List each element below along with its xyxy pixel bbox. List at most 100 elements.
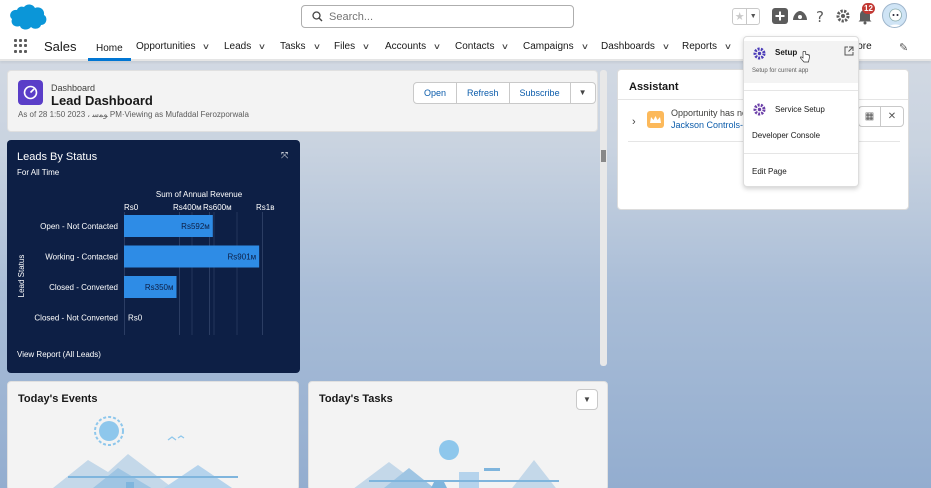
- events-card-title: Today's Events: [18, 393, 98, 405]
- dashboard-header: Dashboard Lead Dashboard As of 28 1:50 2…: [7, 70, 598, 132]
- divider: [744, 90, 858, 91]
- bar-value-label: Rs592м: [181, 222, 210, 231]
- tasks-illustration: [354, 440, 559, 488]
- tab-leads[interactable]: Leads ∨: [224, 34, 266, 60]
- tasks-card-title: Today's Tasks: [319, 393, 393, 405]
- assistant-item-text: Opportunity has no: [671, 108, 748, 118]
- tab-campaigns[interactable]: Campaigns ∨: [523, 34, 589, 60]
- chevron-down-icon[interactable]: ∨: [433, 34, 441, 59]
- help-icon[interactable]: ?: [812, 7, 830, 25]
- edit-nav-pencil-icon[interactable]: ✎: [899, 41, 908, 54]
- category-label: Closed - Not Converted: [34, 314, 118, 323]
- chevron-down-icon[interactable]: ∨: [362, 34, 370, 59]
- salesforce-logo[interactable]: [8, 3, 48, 31]
- tab-files[interactable]: Files ∨: [334, 34, 370, 60]
- chevron-down-icon[interactable]: ∨: [724, 34, 732, 59]
- tab-label: Reports: [682, 41, 718, 52]
- assistant-title: Assistant: [629, 81, 679, 93]
- chevron-down-icon[interactable]: ∨: [662, 34, 670, 59]
- tab-label: Accounts: [385, 41, 427, 52]
- tab-label: Dashboards: [601, 41, 655, 52]
- leads-by-status-card: Leads By Status For All Time ⤧ Sum of An…: [7, 140, 300, 373]
- developer-console-item[interactable]: Developer Console: [752, 131, 820, 140]
- open-button[interactable]: Open: [414, 83, 458, 103]
- tab-label: Leads: [224, 41, 252, 52]
- user-avatar[interactable]: [882, 3, 907, 28]
- tab-label: Campaigns: [523, 41, 574, 52]
- chevron-right-icon[interactable]: ›: [632, 116, 636, 128]
- tab-dashboards[interactable]: Dashboards ∨: [601, 34, 670, 60]
- chevron-down-icon[interactable]: ▼: [747, 9, 759, 24]
- x-tick-label: Rs0: [124, 203, 139, 212]
- app-launcher-icon[interactable]: [14, 39, 28, 53]
- dismiss-close-icon[interactable]: ✕: [881, 107, 903, 126]
- tab-tasks[interactable]: Tasks ∨: [280, 34, 321, 60]
- divider: [744, 153, 858, 154]
- bar-value-label: Rs901м: [228, 253, 257, 262]
- chevron-down-icon[interactable]: ∨: [501, 34, 509, 59]
- trailhead-icon[interactable]: [791, 7, 809, 25]
- service-setup-gear-icon: [753, 103, 766, 116]
- favorites-button[interactable]: ★ ▼: [732, 8, 760, 25]
- todays-events-card: Today's Events: [7, 381, 299, 488]
- x-tick-label: Rs1в: [256, 203, 274, 212]
- category-label: Open - Not Contacted: [40, 222, 118, 231]
- edit-page-item[interactable]: Edit Page: [752, 167, 787, 176]
- tab-reports[interactable]: Reports ∨: [682, 34, 732, 60]
- dashboard-actions: Open Refresh Subscribe ▼: [413, 82, 596, 104]
- chevron-down-icon: ▼: [583, 395, 591, 404]
- tab-contacts[interactable]: Contacts ∨: [455, 34, 510, 60]
- refresh-button[interactable]: Refresh: [457, 83, 510, 103]
- star-icon[interactable]: ★: [733, 9, 748, 24]
- search-placeholder: Search...: [329, 10, 374, 23]
- scrollbar-thumb[interactable]: [601, 150, 606, 162]
- tab-label: Opportunities: [136, 41, 196, 52]
- bar-value-label: Rs350м: [145, 283, 174, 292]
- tab-label: Contacts: [455, 41, 495, 52]
- global-actions-add-icon[interactable]: [771, 7, 789, 25]
- global-header: Search... ★ ▼ ? 12: [0, 0, 931, 34]
- view-report-link[interactable]: View Report (All Leads): [17, 350, 101, 359]
- open-new-window-icon[interactable]: [844, 46, 854, 56]
- chevron-down-icon[interactable]: ∨: [312, 34, 320, 59]
- tab-home[interactable]: Home: [88, 34, 131, 61]
- chevron-down-icon: ▼: [578, 88, 587, 97]
- global-search[interactable]: Search...: [301, 5, 574, 28]
- assistant-item-link[interactable]: Jackson Controls-: [671, 120, 743, 130]
- chevron-down-icon[interactable]: ∨: [202, 34, 210, 59]
- y-axis-label: Lead Status: [17, 255, 26, 298]
- search-icon: [312, 11, 323, 22]
- tab-accounts[interactable]: Accounts ∨: [385, 34, 441, 60]
- chevron-down-icon[interactable]: ∨: [580, 34, 588, 59]
- setup-label[interactable]: Setup: [775, 48, 797, 57]
- chevron-down-icon[interactable]: ∨: [258, 34, 266, 59]
- tab-label: Tasks: [280, 41, 306, 52]
- vertical-scrollbar[interactable]: [600, 70, 607, 366]
- tab-opportunities[interactable]: Opportunities ∨: [136, 34, 211, 60]
- calendar-icon[interactable]: ▦: [859, 107, 881, 126]
- events-illustration: [53, 416, 238, 488]
- dashboard-title: Lead Dashboard: [51, 93, 153, 108]
- svg-text:?: ?: [816, 8, 824, 25]
- dashboard-type-label: Dashboard: [51, 83, 96, 93]
- leads-bar-chart: Sum of Annual Revenue Lead Status Rs0 Rs400…: [17, 190, 274, 335]
- tab-label: Files: [334, 41, 356, 52]
- service-setup-item[interactable]: Service Setup: [775, 105, 825, 114]
- chart-axis-title: Sum of Annual Revenue: [156, 190, 243, 199]
- assistant-item-actions: ▦ ✕: [858, 106, 904, 127]
- setup-dropdown-menu: Setup Setup for current app Service Setu…: [743, 36, 859, 187]
- opportunity-crown-icon: [647, 111, 664, 128]
- tasks-filter-dropdown[interactable]: ▼: [576, 389, 598, 410]
- bar-value-label: Rs0: [128, 314, 143, 323]
- subscribe-button[interactable]: Subscribe: [510, 83, 571, 103]
- category-label: Closed - Converted: [49, 283, 118, 292]
- hand-cursor-icon: [800, 51, 810, 63]
- dashboard-icon: [18, 80, 43, 105]
- setup-gear-icon[interactable]: [834, 7, 852, 25]
- app-name: Sales: [44, 39, 77, 54]
- notification-count-badge: 12: [862, 3, 875, 14]
- setup-description: Setup for current app: [752, 68, 809, 74]
- more-actions-dropdown[interactable]: ▼: [571, 83, 595, 103]
- setup-gear-icon: [753, 47, 766, 60]
- tab-label: Home: [96, 43, 123, 54]
